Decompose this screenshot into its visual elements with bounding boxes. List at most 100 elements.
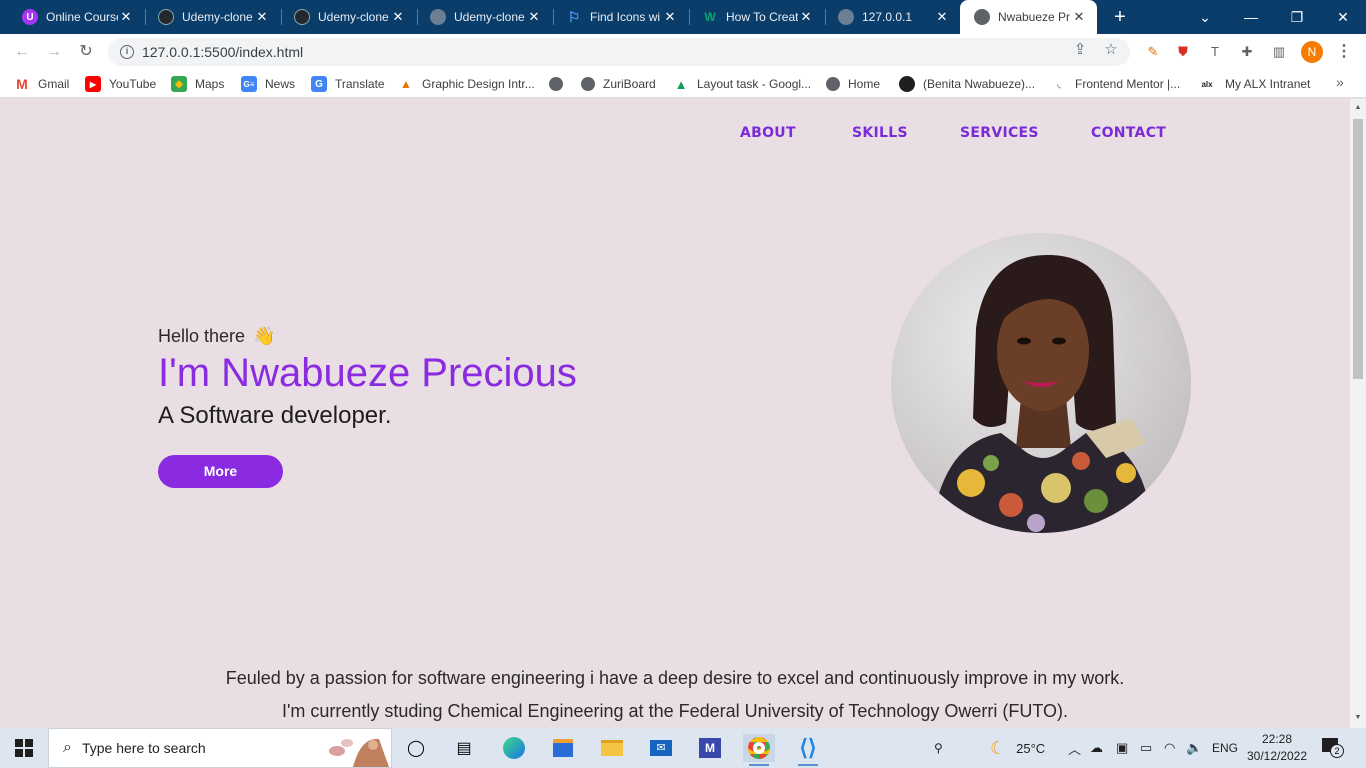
chrome-icon[interactable]	[743, 734, 775, 766]
tab-udemy-clone-2[interactable]: Udemy-clone ✕	[280, 0, 416, 34]
close-icon[interactable]: ✕	[1071, 9, 1087, 25]
nav-link-services[interactable]: SERVICES	[960, 125, 1039, 141]
tab-nwabueze-precious[interactable]: Nwabueze Pr ✕	[960, 0, 1097, 34]
search-highlight-illustration	[329, 738, 389, 767]
github-icon	[899, 76, 915, 92]
weather-widget[interactable]: ☾ 25°C	[990, 728, 1045, 768]
github-icon	[294, 9, 310, 25]
url-text: 127.0.0.1:5500/index.html	[142, 44, 304, 60]
close-icon[interactable]: ✕	[934, 9, 950, 25]
bookmark-gmail[interactable]: M Gmail	[14, 74, 69, 94]
taskbar-search-box[interactable]: ⌕ Type here to search	[48, 728, 392, 768]
tab-localhost[interactable]: 127.0.0.1 ✕	[824, 0, 960, 34]
language-indicator[interactable]: ENG	[1212, 728, 1238, 768]
hero-greeting: Hello there 👋	[158, 326, 275, 347]
tab-title: How To Creat	[726, 10, 798, 24]
volume-icon[interactable]: 🔈	[1186, 728, 1202, 768]
tab-search-icon[interactable]: ⌄	[1182, 0, 1228, 34]
back-button[interactable]: ←	[10, 40, 34, 64]
file-explorer-icon[interactable]	[596, 734, 628, 762]
translate-icon: G	[311, 76, 327, 92]
color-picker-extension-icon[interactable]: ✎	[1143, 42, 1163, 62]
close-icon[interactable]: ✕	[118, 9, 134, 25]
extensions-puzzle-icon[interactable]: ✚	[1237, 42, 1257, 62]
bookmark-youtube[interactable]: ▶ YouTube	[85, 74, 156, 94]
show-hidden-icons-icon[interactable]: ︿	[1068, 728, 1081, 768]
tab-online-course[interactable]: U Online Course ✕	[8, 0, 144, 34]
address-bar[interactable]: i 127.0.0.1:5500/index.html	[108, 38, 1130, 66]
reload-button[interactable]: ↻	[74, 40, 98, 64]
notification-center-icon[interactable]: 2	[1322, 738, 1344, 758]
scroll-up-arrow-icon[interactable]: ▲	[1353, 103, 1363, 113]
page-scrollbar[interactable]: ▲ ▼	[1350, 99, 1366, 728]
ublock-extension-icon[interactable]: ⛊	[1173, 42, 1193, 62]
more-button[interactable]: More	[158, 455, 283, 488]
mail-icon[interactable]: ✉	[645, 734, 677, 762]
nav-link-about[interactable]: ABOUT	[740, 125, 796, 141]
close-window-button[interactable]: ✕	[1320, 0, 1366, 34]
wifi-icon[interactable]: ◠	[1164, 728, 1175, 768]
system-clock[interactable]: 22:28 30/12/2022	[1244, 731, 1310, 765]
pen-app-icon[interactable]: M	[694, 734, 726, 762]
close-icon[interactable]: ✕	[798, 9, 814, 25]
close-icon[interactable]: ✕	[526, 9, 542, 25]
side-panel-icon[interactable]: ▥	[1269, 42, 1289, 62]
task-view-icon[interactable]: ▤	[448, 734, 480, 762]
bookmark-translate[interactable]: G Translate	[311, 74, 385, 94]
bookmark-label: Layout task - Googl...	[697, 77, 812, 91]
bookmark-frontend-mentor[interactable]: ◟ Frontend Mentor |...	[1051, 74, 1180, 94]
bookmark-github[interactable]: (Benita Nwabueze)...	[899, 74, 1035, 94]
profile-avatar[interactable]: N	[1301, 41, 1323, 63]
start-button[interactable]	[0, 728, 48, 768]
maps-icon: ◆	[171, 76, 187, 92]
cortana-icon[interactable]: ◯	[400, 734, 432, 762]
bookmarks-bar: M Gmail ▶ YouTube ◆ Maps G≡ News G Trans…	[0, 70, 1366, 98]
close-icon[interactable]: ✕	[390, 9, 406, 25]
new-tab-button[interactable]: +	[1108, 5, 1132, 29]
minimize-button[interactable]: —	[1228, 0, 1274, 34]
nav-link-contact[interactable]: CONTACT	[1091, 125, 1166, 141]
notification-count: 2	[1330, 744, 1344, 758]
people-icon[interactable]: ⚲	[934, 728, 943, 768]
share-icon[interactable]: ⇪	[1070, 40, 1090, 60]
edge-icon[interactable]	[498, 734, 530, 762]
restore-button[interactable]: ❐	[1274, 0, 1320, 34]
portfolio-page: ABOUT SKILLS SERVICES CONTACT Hello ther…	[0, 99, 1350, 728]
bookmark-globe[interactable]	[549, 74, 571, 94]
text-extension-icon[interactable]: T	[1205, 42, 1225, 62]
onedrive-icon[interactable]: ☁	[1090, 728, 1103, 768]
bookmark-home[interactable]: Home	[826, 74, 880, 94]
site-info-icon[interactable]: i	[120, 45, 134, 59]
store-icon[interactable]	[547, 734, 579, 762]
bookmark-star-icon[interactable]: ☆	[1101, 40, 1121, 60]
forward-button[interactable]: →	[42, 40, 66, 64]
tab-how-to-create[interactable]: W How To Creat ✕	[688, 0, 824, 34]
close-icon[interactable]: ✕	[662, 9, 678, 25]
tab-find-icons[interactable]: ⚐ Find Icons wi ✕	[552, 0, 688, 34]
search-icon: ⌕	[63, 739, 72, 756]
tab-udemy-clone-3[interactable]: Udemy-clone ✕	[416, 0, 552, 34]
profile-photo-illustration	[891, 233, 1191, 533]
news-icon: G≡	[241, 76, 257, 92]
browser-menu-icon[interactable]: ⋮	[1336, 40, 1352, 64]
bookmark-label: Translate	[335, 77, 385, 91]
nav-link-skills[interactable]: SKILLS	[852, 125, 908, 141]
bookmark-layout-task[interactable]: ▲ Layout task - Googl...	[673, 74, 812, 94]
vscode-icon[interactable]: ⟨⟩	[792, 734, 824, 766]
tab-udemy-clone-1[interactable]: Udemy-clone ✕	[144, 0, 280, 34]
bookmark-maps[interactable]: ◆ Maps	[171, 74, 224, 94]
close-icon[interactable]: ✕	[254, 9, 270, 25]
drive-icon: ▲	[674, 76, 688, 92]
bookmark-zuriboard[interactable]: ZuriBoard	[581, 74, 656, 94]
bookmark-alx[interactable]: alx My ALX Intranet	[1197, 74, 1310, 94]
bio-paragraph-1: Feuled by a passion for software enginee…	[225, 668, 1125, 688]
scroll-down-arrow-icon[interactable]: ▼	[1353, 713, 1363, 723]
scroll-thumb[interactable]	[1353, 119, 1363, 379]
github-icon	[158, 9, 174, 25]
bookmark-news[interactable]: G≡ News	[241, 74, 295, 94]
bookmark-graphic-design[interactable]: ▲ Graphic Design Intr...	[398, 74, 535, 94]
bookmarks-overflow-icon[interactable]: »	[1336, 74, 1344, 90]
bookmark-label: News	[265, 77, 296, 91]
meet-now-icon[interactable]: ▣	[1116, 728, 1128, 768]
battery-icon[interactable]: ▭	[1140, 728, 1152, 768]
